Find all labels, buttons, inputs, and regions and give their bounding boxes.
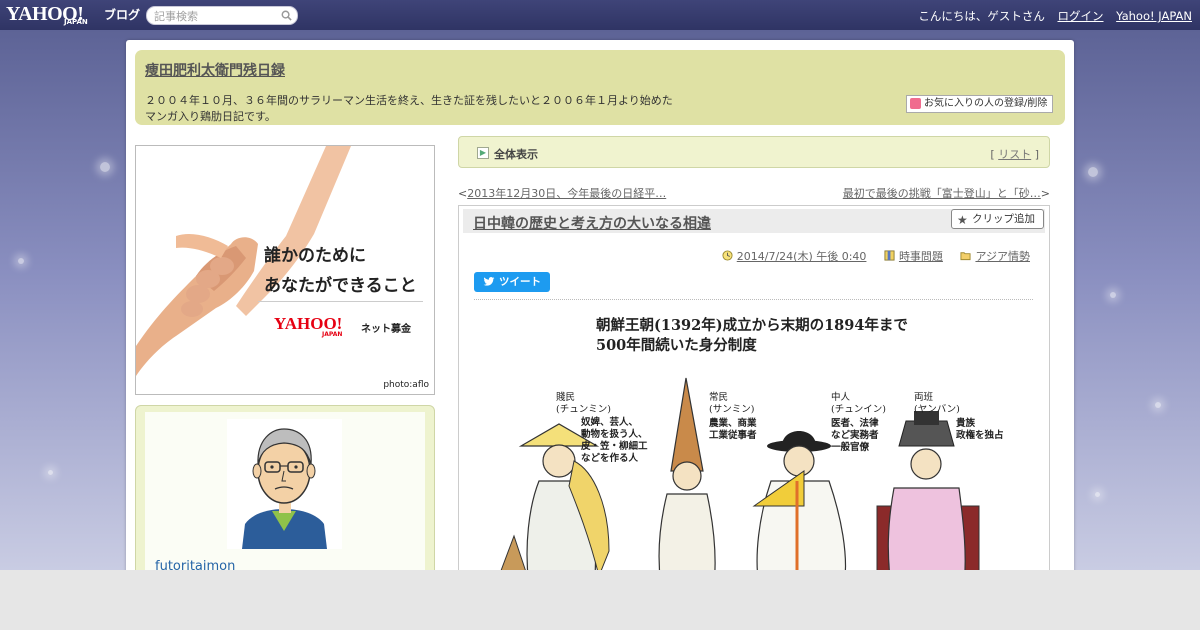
show-all-label[interactable]: 全体表示: [494, 146, 538, 162]
background-sparkle: [1088, 167, 1098, 177]
ad-headline-2: あなたができること: [264, 276, 417, 296]
class4-name: 両班 (ヤンバン): [914, 392, 960, 415]
class3-description: 医者、法律 など実務者 一般官僚: [831, 418, 879, 453]
class3-name: 中人 (チュンイン): [831, 392, 886, 415]
ad-yahoo-logo-sub: JAPAN: [322, 331, 343, 338]
entry-nav-bar: ▶ 全体表示 [ リスト ]: [458, 136, 1050, 168]
login-link[interactable]: ログイン: [1058, 9, 1104, 23]
top-links: こんにちは、ゲストさん ログイン Yahoo! JAPAN: [918, 8, 1192, 24]
next-mark: >: [1040, 187, 1050, 200]
page-footer-area: [0, 570, 1200, 630]
background-sparkle: [1155, 402, 1161, 408]
background-sparkle: [48, 470, 53, 475]
class1-description: 奴婢、芸人、 動物を扱う人、 皮・笠・柳細工 などを作る人: [581, 417, 648, 464]
logo-blog: ブログ: [104, 8, 141, 22]
blog-title[interactable]: 痩田肥利太衛門残日録: [145, 60, 285, 80]
next-entry-link[interactable]: 最初で最後の挑戦「富士登山」と「砂…: [843, 187, 1041, 200]
blog-description: ２００４年１０月、３６年間のサラリーマン生活を終え、生きた証を残したいと２００６…: [145, 94, 673, 123]
search-box: [146, 6, 298, 25]
search-icon[interactable]: [281, 10, 292, 21]
search-input[interactable]: [154, 9, 274, 23]
favorite-register-button[interactable]: お気に入りの人の登録/削除: [906, 95, 1053, 113]
heart-icon: [910, 98, 921, 109]
prev-mark: <: [458, 187, 468, 200]
background-sparkle: [1110, 292, 1116, 298]
sangmin-figure: [658, 377, 716, 584]
sidebar-ad-banner[interactable]: 誰かのために あなたができること YAHOO! JAPAN ネット募金 phot…: [135, 145, 435, 395]
class-system-illustration: [498, 377, 980, 584]
class2-description: 農業、商業 工業従事者: [709, 418, 757, 441]
prev-entry-link[interactable]: 2013年12月30日、今年最後の日経平…: [467, 187, 666, 200]
article: 日中韓の歴史と考え方の大いなる相違 ★ クリップ追加 2014/7/24(木) …: [458, 205, 1050, 585]
handshake-illustration: [136, 146, 351, 376]
background-sparkle: [100, 162, 110, 172]
yahoo-japan-link[interactable]: Yahoo! JAPAN: [1116, 9, 1192, 23]
illustration-title-line-2: 500年間続いた身分制度: [596, 337, 757, 354]
background-sparkle: [1095, 492, 1100, 497]
next-entry: 最初で最後の挑戦「富士登山」と「砂…>: [843, 185, 1050, 201]
main-container: 痩田肥利太衛門残日録 ２００４年１０月、３６年間のサラリーマン生活を終え、生きた…: [126, 40, 1074, 587]
background-sparkle: [18, 258, 24, 264]
illustration-title-line-1: 朝鮮王朝(1392年)成立から末期の1894年まで: [596, 317, 908, 334]
list-link[interactable]: リスト: [998, 148, 1031, 161]
class4-description: 貴族 政権を独占: [956, 418, 1004, 441]
top-bar: YAHOO! JAPAN ブログ こんにちは、ゲストさん ログイン Yahoo!…: [0, 0, 1200, 30]
ad-tagline: ネット募金: [361, 324, 411, 335]
class2-name: 常民 (サンミン): [709, 392, 755, 415]
blog-header: 痩田肥利太衛門残日録 ２００４年１０月、３６年間のサラリーマン生活を終え、生きた…: [135, 50, 1065, 125]
ad-headline-1: 誰かのために: [264, 246, 366, 266]
arrow-right-icon: ▶: [477, 147, 489, 159]
illustration-title: 朝鮮王朝(1392年)成立から末期の1894年まで 500年間続いた身分制度: [596, 316, 908, 356]
favorite-button-label: お気に入りの人の登録/削除: [924, 98, 1048, 109]
logo-sub: JAPAN: [64, 18, 88, 26]
list-link-group: [ リスト ]: [990, 146, 1039, 162]
ad-divider: [258, 301, 423, 302]
chungin-figure: [752, 431, 847, 584]
greeting-text: こんにちは、ゲストさん: [918, 9, 1045, 23]
profile-box: futoritaimon: [135, 405, 435, 587]
avatar[interactable]: [227, 419, 342, 549]
ad-photo-credit: photo:aflo: [383, 380, 429, 390]
list-bracket-close: ]: [1031, 148, 1039, 161]
class1-name: 賤民 (チュンミン): [556, 392, 611, 415]
yahoo-blog-logo[interactable]: YAHOO! JAPAN ブログ: [6, 3, 140, 27]
avatar-illustration: [242, 428, 327, 549]
prev-entry: <2013年12月30日、今年最後の日経平…: [458, 185, 666, 201]
profile-inner: futoritaimon: [145, 412, 425, 587]
